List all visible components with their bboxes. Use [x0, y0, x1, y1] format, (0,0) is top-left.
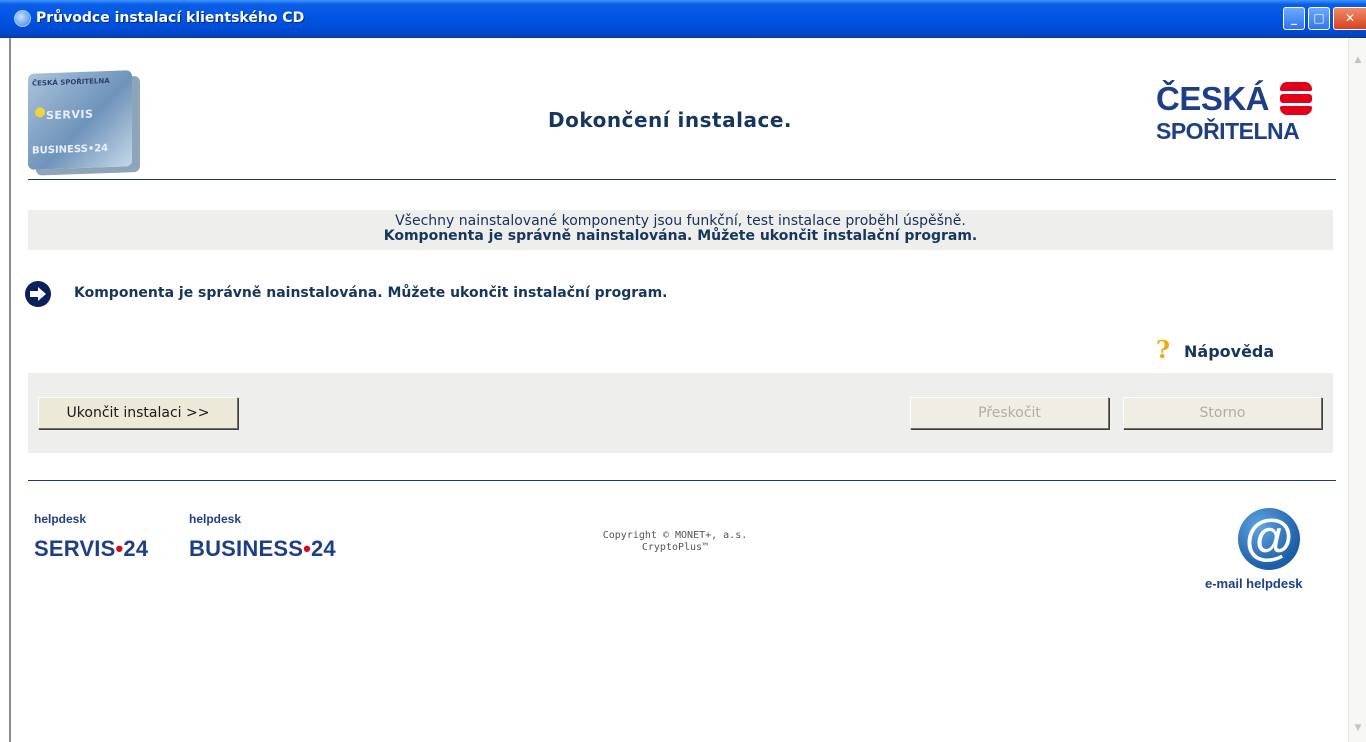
info-line-installed: Komponenta je správně nainstalována. Můž…	[383, 228, 978, 244]
scroll-down-arrow-icon[interactable]: ▼	[1351, 720, 1365, 736]
servis24-helpdesk-link[interactable]: helpdesk SERVIS•24	[34, 512, 148, 562]
servis-helpdesk-label: helpdesk	[34, 512, 87, 526]
cancel-button[interactable]: Storno	[1123, 397, 1322, 429]
servis-card-logo: ČESKÁ SPOŘITELNA SERVIS BUSINESS•24	[28, 70, 154, 170]
business24-logo: BUSINESS•24	[189, 536, 336, 561]
header-divider	[28, 179, 1336, 180]
arrow-right-icon	[25, 281, 51, 307]
card-chip-icon	[35, 107, 45, 118]
card-business-text: BUSINESS•24	[32, 143, 109, 157]
close-button[interactable]: ✕	[1333, 7, 1366, 30]
minimize-button[interactable]: _	[1283, 7, 1305, 30]
window-left-border	[0, 38, 11, 742]
copyright-notice: Copyright © MONET+, a.s. CryptoPlus™	[540, 530, 810, 554]
question-icon: ?	[1156, 335, 1171, 364]
status-text: Komponenta je správně nainstalována. Můž…	[74, 285, 668, 301]
card-servis-text: SERVIS	[46, 107, 94, 123]
copyright-line2: CryptoPlus™	[641, 542, 709, 553]
card-brand-text: ČESKÁ SPOŘITELNA	[32, 76, 110, 88]
button-panel: Ukončit instalaci >> Přeskočit Storno	[28, 373, 1333, 453]
email-helpdesk-link[interactable]: @ e-mail helpdesk	[1200, 508, 1330, 596]
result-info-box: Všechny nainstalované komponenty jsou fu…	[28, 210, 1333, 250]
page-title: Dokončení instalace.	[548, 108, 792, 132]
info-line-test-result: Všechny nainstalované komponenty jsou fu…	[395, 213, 966, 229]
maximize-button[interactable]: □	[1308, 7, 1330, 30]
sporitelna-s-mark-icon	[1280, 82, 1312, 116]
email-helpdesk-label[interactable]: e-mail helpdesk	[1205, 576, 1303, 591]
logo-line2: SPOŘITELNA	[1156, 118, 1300, 144]
help-label[interactable]: Nápověda	[1184, 342, 1274, 361]
card-image: ČESKÁ SPOŘITELNA SERVIS BUSINESS•24	[28, 70, 132, 170]
finish-installation-button[interactable]: Ukončit instalaci >>	[38, 397, 238, 429]
business-helpdesk-label: helpdesk	[189, 512, 242, 526]
window-titlebar[interactable]: Průvodce instalací klientského CD _ □ ✕	[0, 0, 1366, 38]
at-sign-icon[interactable]: @	[1238, 508, 1300, 570]
skip-button[interactable]: Přeskočit	[910, 397, 1109, 429]
window-title: Průvodce instalací klientského CD	[36, 10, 305, 26]
ceska-sporitelna-logo: ČESKÁ SPOŘITELNA	[1150, 80, 1320, 154]
vertical-scrollbar[interactable]: ▲ ▼	[1348, 38, 1366, 742]
footer-divider	[28, 480, 1336, 481]
business24-helpdesk-link[interactable]: helpdesk BUSINESS•24	[189, 512, 336, 562]
logo-line1: ČESKÁ	[1156, 80, 1270, 117]
app-icon	[14, 10, 31, 27]
servis24-logo: SERVIS•24	[34, 536, 149, 561]
scroll-up-arrow-icon[interactable]: ▲	[1351, 52, 1365, 68]
copyright-line1: Copyright © MONET+, a.s.	[602, 530, 748, 541]
